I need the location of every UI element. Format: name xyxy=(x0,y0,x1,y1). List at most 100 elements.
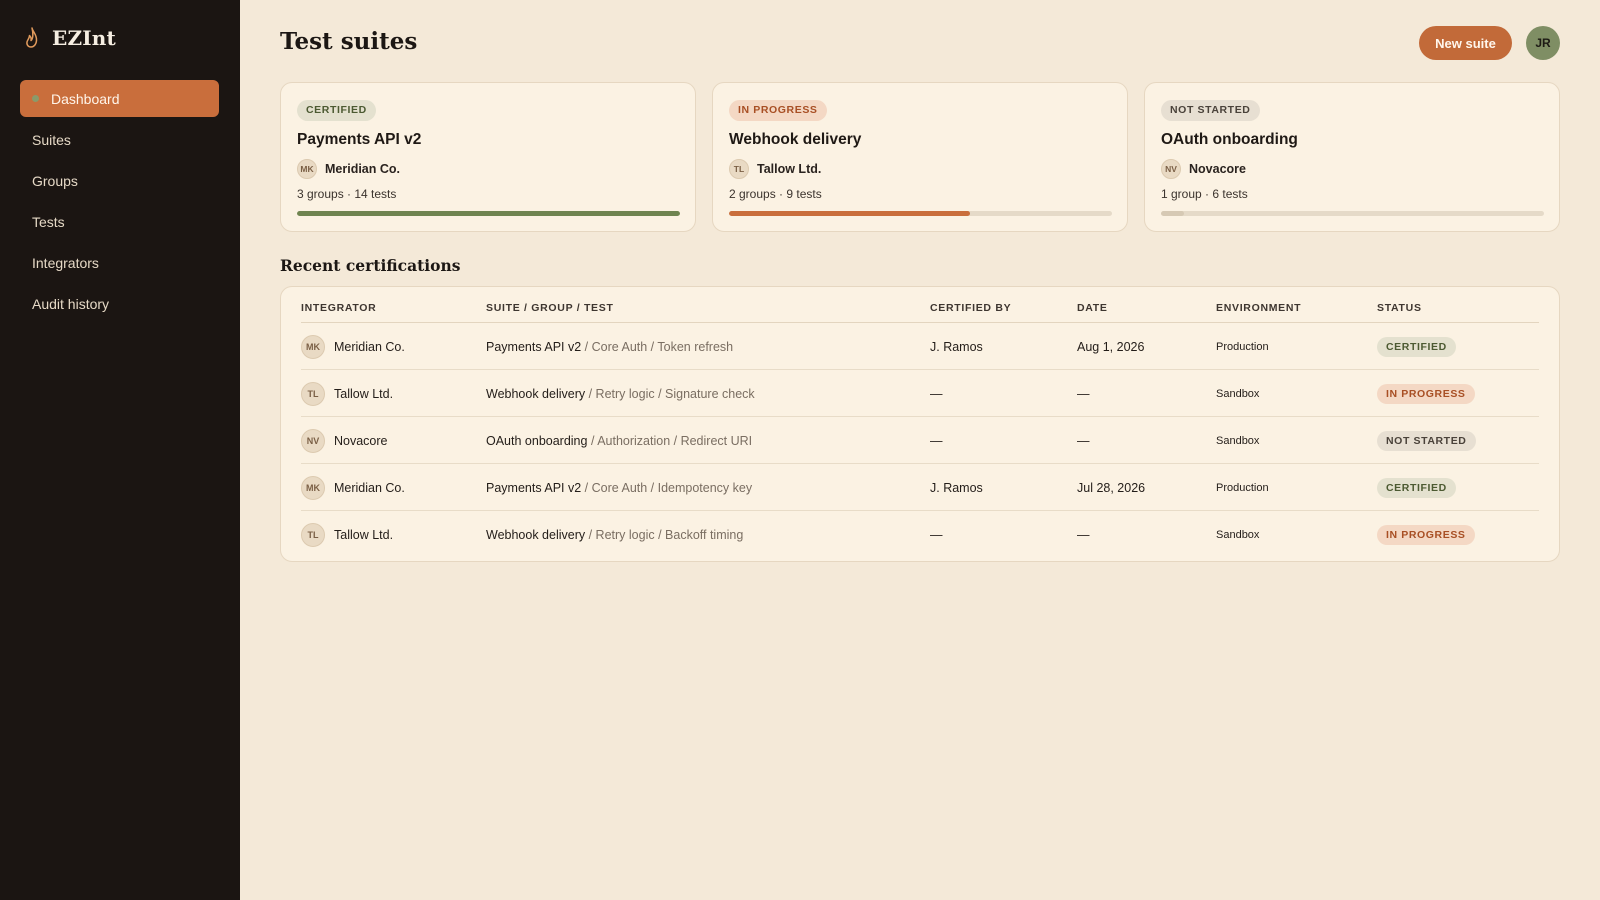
suite-path-cell: Payments API v2 / Core Auth / Token refr… xyxy=(486,323,733,370)
status-badge: NOT STARTED xyxy=(1377,430,1476,451)
sidebar-item-groups[interactable]: Groups xyxy=(20,162,219,199)
sidebar-item-suites[interactable]: Suites xyxy=(20,121,219,158)
user-avatar[interactable]: JR xyxy=(1526,26,1560,60)
suite-title: Webhook delivery xyxy=(729,131,862,148)
status-cell: IN PROGRESS xyxy=(1377,370,1475,417)
flame-icon xyxy=(26,27,38,48)
column-header-environment[interactable]: ENVIRONMENT xyxy=(1216,302,1301,314)
column-header-integrator[interactable]: INTEGRATOR xyxy=(301,302,376,314)
integrator-name: Meridian Co. xyxy=(334,339,405,354)
suite-cards: CERTIFIED Payments API v2 MK Meridian Co… xyxy=(280,82,1560,232)
date-cell: Jul 28, 2026 xyxy=(1077,480,1146,495)
suite-meta: 3 groups · 14 tests xyxy=(297,187,397,201)
avatar: NV xyxy=(1161,159,1181,179)
suite-meta: 1 group · 6 tests xyxy=(1161,187,1248,201)
certified-by-cell: — xyxy=(930,527,943,542)
avatar: TL xyxy=(301,522,325,547)
avatar: MK xyxy=(301,475,325,500)
section-title: Recent certifications xyxy=(280,256,461,275)
integrator-name: Tallow Ltd. xyxy=(334,386,394,401)
status-badge: CERTIFIED xyxy=(1377,336,1456,357)
integrator-cell: MK Meridian Co. xyxy=(301,323,405,370)
avatar: TL xyxy=(729,159,749,179)
progress-bar xyxy=(1161,211,1544,216)
integrator-cell: NV Novacore xyxy=(301,417,388,464)
suite-org: MK Meridian Co. xyxy=(297,159,400,179)
group-test-path: / Retry logic / Backoff timing xyxy=(585,527,744,542)
suite-meta: 2 groups · 9 tests xyxy=(729,187,822,201)
certified-by-cell: — xyxy=(930,386,943,401)
column-header-status[interactable]: STATUS xyxy=(1377,302,1422,314)
sidebar-item-label: Integrators xyxy=(32,254,99,271)
suite-org: NV Novacore xyxy=(1161,159,1246,179)
suite-card[interactable]: CERTIFIED Payments API v2 MK Meridian Co… xyxy=(280,82,696,232)
suite-card[interactable]: NOT STARTED OAuth onboarding NV Novacore… xyxy=(1144,82,1560,232)
status-badge: CERTIFIED xyxy=(297,100,376,121)
certifications-table: INTEGRATOR SUITE / GROUP / TEST CERTIFIE… xyxy=(280,286,1560,562)
suite-card[interactable]: IN PROGRESS Webhook delivery TL Tallow L… xyxy=(712,82,1128,232)
sidebar-item-label: Dashboard xyxy=(51,90,120,107)
status-badge: IN PROGRESS xyxy=(729,100,827,121)
avatar: NV xyxy=(301,428,325,453)
table-row[interactable]: TL Tallow Ltd. Webhook delivery / Retry … xyxy=(301,511,1539,558)
integrator-cell: TL Tallow Ltd. xyxy=(301,511,393,558)
table-row[interactable]: NV Novacore OAuth onboarding / Authoriza… xyxy=(301,417,1539,464)
environment-cell: Production xyxy=(1216,340,1269,353)
suite-org: TL Tallow Ltd. xyxy=(729,159,821,179)
table-row[interactable]: MK Meridian Co. Payments API v2 / Core A… xyxy=(301,464,1539,511)
progress-fill xyxy=(729,211,971,216)
brand[interactable]: EZInt xyxy=(24,26,116,50)
environment-cell: Sandbox xyxy=(1216,434,1260,447)
sidebar-item-tests[interactable]: Tests xyxy=(20,203,219,240)
column-header-certified-by[interactable]: CERTIFIED BY xyxy=(930,302,1011,314)
suite-title: Payments API v2 xyxy=(297,131,422,148)
suite-name: OAuth onboarding xyxy=(486,433,588,448)
org-name: Meridian Co. xyxy=(325,162,401,176)
active-dot-icon xyxy=(32,95,39,102)
sidebar-item-label: Groups xyxy=(32,172,78,189)
progress-fill xyxy=(1161,211,1184,216)
group-test-path: / Retry logic / Signature check xyxy=(585,386,755,401)
table-row[interactable]: TL Tallow Ltd. Webhook delivery / Retry … xyxy=(301,370,1539,417)
suite-name: Webhook delivery xyxy=(486,386,586,401)
certified-by-cell: J. Ramos xyxy=(930,339,983,354)
certified-by-cell: J. Ramos xyxy=(930,480,983,495)
integrator-name: Meridian Co. xyxy=(334,480,405,495)
suite-path-cell: Webhook delivery / Retry logic / Backoff… xyxy=(486,511,743,558)
environment-cell: Sandbox xyxy=(1216,528,1260,541)
status-badge: NOT STARTED xyxy=(1161,100,1260,121)
sidebar-item-integrators[interactable]: Integrators xyxy=(20,244,219,281)
environment-cell: Production xyxy=(1216,481,1269,494)
progress-fill xyxy=(297,211,680,216)
brand-name: EZInt xyxy=(52,26,116,50)
status-badge: CERTIFIED xyxy=(1377,477,1456,498)
sidebar: EZInt Dashboard Suites Groups Tests Inte… xyxy=(0,0,240,900)
avatar: MK xyxy=(301,334,325,359)
group-test-path: / Authorization / Redirect URI xyxy=(587,433,753,448)
page-title: Test suites xyxy=(280,28,418,55)
status-badge: IN PROGRESS xyxy=(1377,383,1475,404)
column-header-suite[interactable]: SUITE / GROUP / TEST xyxy=(486,302,614,314)
sidebar-item-audit-history[interactable]: Audit history xyxy=(20,285,219,322)
sidebar-item-label: Tests xyxy=(32,213,65,230)
date-cell: — xyxy=(1077,527,1090,542)
suite-title: OAuth onboarding xyxy=(1161,131,1298,148)
integrator-cell: TL Tallow Ltd. xyxy=(301,370,393,417)
date-cell: — xyxy=(1077,433,1090,448)
new-suite-button[interactable]: New suite xyxy=(1419,26,1512,60)
column-header-date[interactable]: DATE xyxy=(1077,302,1108,314)
group-test-path: / Core Auth / Idempotency key xyxy=(581,480,753,495)
certified-by-cell: — xyxy=(930,433,943,448)
sidebar-item-dashboard[interactable]: Dashboard xyxy=(20,80,219,117)
status-cell: CERTIFIED xyxy=(1377,323,1456,370)
suite-path-cell: Payments API v2 / Core Auth / Idempotenc… xyxy=(486,464,752,511)
group-test-path: / Core Auth / Token refresh xyxy=(581,339,734,354)
integrator-name: Novacore xyxy=(334,433,388,448)
environment-cell: Sandbox xyxy=(1216,387,1260,400)
main-content: Test suites New suite JR CERTIFIED Payme… xyxy=(240,0,1600,900)
status-badge: IN PROGRESS xyxy=(1377,524,1475,545)
status-cell: IN PROGRESS xyxy=(1377,511,1475,558)
status-cell: NOT STARTED xyxy=(1377,417,1476,464)
suite-name: Payments API v2 xyxy=(486,339,582,354)
table-row[interactable]: MK Meridian Co. Payments API v2 / Core A… xyxy=(301,323,1539,370)
